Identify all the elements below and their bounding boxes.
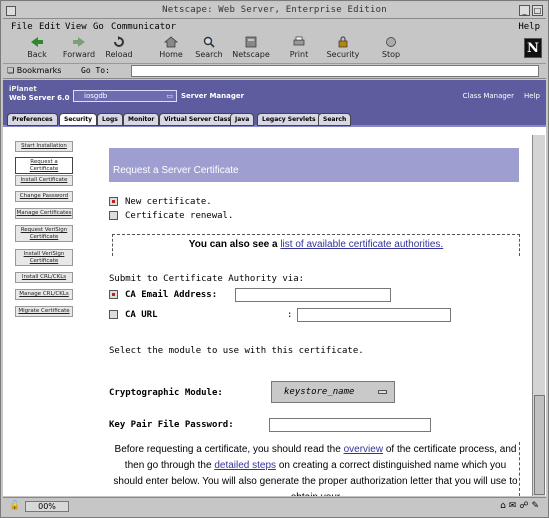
ca-url-input[interactable] [297,308,451,322]
nav-migrate-certificate[interactable]: Migrate Certificate [15,306,73,317]
search-icon [203,36,215,48]
detailed-steps-link[interactable]: detailed steps [214,460,276,471]
progress-indicator: 00% [25,501,69,512]
instructions-paragraph: Before requesting a certificate, you sho… [112,442,520,496]
menu-bar: File Edit View Go Communicator Help [3,20,546,34]
crypto-module-select[interactable]: keystore_name [271,381,395,403]
nav-manage-certificates[interactable]: Manage Certificates [15,208,73,219]
menu-go[interactable]: Go [93,22,104,32]
component-bar[interactable]: ⌂✉☍✎ [500,501,542,511]
ca-notice: You can also see a list of available cer… [188,239,444,250]
tab-java[interactable]: Java [230,113,255,126]
reload-button[interactable]: Reload [97,36,141,59]
back-arrow-icon [31,37,43,47]
location-input[interactable] [131,65,539,77]
submit-via-label: Submit to Certificate Authority via: [109,274,305,284]
lock-icon [338,36,348,48]
tab-monitor[interactable]: Monitor [123,113,160,126]
nav-start-installation[interactable]: Start Installation [15,141,73,152]
new-certificate-label: New certificate. [125,197,212,207]
server-select[interactable]: iosgdb ▭ [73,90,177,102]
print-button[interactable]: Print [277,36,321,59]
forward-arrow-icon [73,37,85,47]
ca-url-label: CA URL [125,310,158,320]
page-content: iPlanet Web Server 6.0 iosgdb ▭ Server Ma… [3,80,546,496]
overview-link[interactable]: overview [344,444,383,455]
security-sidebar: Start Installation Request a Certificate… [3,129,85,496]
ca-url-radio[interactable] [109,310,118,319]
menu-help[interactable]: Help [518,22,540,32]
location-bar: ❏ Bookmarks Go To: [3,64,546,79]
renewal-radio[interactable] [109,211,118,220]
tab-virtual-server-class[interactable]: Virtual Server Class [159,113,236,126]
tab-bar: Preferences Security Logs Monitor Virtua… [3,110,546,127]
nav-request-verisign-certificate[interactable]: Request VeriSign Certificate [15,225,73,242]
form-title-band: Request a Server Certificate [109,148,519,182]
ca-list-link[interactable]: list of available certificate authoritie… [280,239,443,250]
module-prompt: Select the module to use with this certi… [109,346,364,356]
vertical-scrollbar[interactable] [532,135,545,496]
admin-header: iPlanet Web Server 6.0 iosgdb ▭ Server Ma… [3,80,546,110]
stop-icon [386,37,396,47]
chevron-down-icon: ▭ [166,92,173,100]
location-label: Go To: [81,66,110,75]
ca-email-label: CA Email Address: [125,290,218,300]
nav-change-password[interactable]: Change Password [15,191,73,202]
bookmarks-button[interactable]: ❏ Bookmarks [7,66,61,75]
ca-url-colon: : [287,310,293,320]
password-input[interactable] [269,418,431,432]
tab-search[interactable]: Search [318,113,352,126]
tab-preferences[interactable]: Preferences [7,113,58,126]
nav-install-verisign-certificate[interactable]: Install VeriSign Certificate [15,249,73,266]
minimize-button[interactable]: _ [519,5,530,16]
ca-email-input[interactable] [235,288,391,302]
page-title: Request a Server Certificate [113,165,239,176]
bookmark-icon: ❏ [7,66,15,75]
nav-manage-crl[interactable]: Manage CRL/CKLs [15,289,73,300]
status-bar: 🔓 00% ⌂✉☍✎ [3,497,546,515]
search-button[interactable]: Search [187,36,231,59]
renewal-label: Certificate renewal. [125,211,234,221]
product-name: Web Server 6.0 [9,94,70,102]
tab-security[interactable]: Security [59,113,98,126]
navigation-toolbar: Back Forward Reload Home Search Netscape… [3,34,546,64]
product-brand: iPlanet [9,85,37,93]
nav-install-crl[interactable]: Install CRL/CKLs [15,272,73,283]
menu-view[interactable]: View [65,22,87,32]
nav-install-certificate[interactable]: Install Certificate [15,175,73,186]
password-label: Key Pair File Password: [109,420,234,430]
new-certificate-radio[interactable] [109,197,118,206]
option-menu-icon [378,390,387,394]
stop-button[interactable]: Stop [369,36,413,59]
home-icon [164,36,178,48]
netscape-button[interactable]: Netscape [229,36,273,59]
reload-icon [114,36,124,47]
tab-logs[interactable]: Logs [97,113,123,126]
nav-request-certificate[interactable]: Request a Certificate [15,157,73,174]
maximize-button[interactable]: □ [532,5,543,16]
menu-edit[interactable]: Edit [39,22,61,32]
scrollbar-thumb[interactable] [534,395,545,495]
title-bar: Netscape: Web Server, Enterprise Edition… [3,3,546,19]
menu-communicator[interactable]: Communicator [111,22,176,32]
netscape-icon [245,36,257,48]
security-button[interactable]: Security [321,36,365,59]
print-icon [293,36,305,46]
back-button[interactable]: Back [15,36,59,59]
crypto-module-label: Cryptographic Module: [109,388,223,398]
menu-file[interactable]: File [11,22,33,32]
server-manager-label: Server Manager [181,92,245,100]
security-status-icon[interactable]: 🔓 [9,501,20,511]
browser-window: Netscape: Web Server, Enterprise Edition… [0,0,549,518]
forward-button[interactable]: Forward [57,36,101,59]
class-manager-link[interactable]: Class Manager [463,92,514,100]
help-link[interactable]: Help [524,92,540,100]
request-form: Request a Server Certificate New certifi… [109,148,520,496]
ca-notice-box: You can also see a list of available cer… [112,234,520,256]
netscape-logo: N [524,38,542,58]
tab-legacy-servlets[interactable]: Legacy Servlets [257,113,321,126]
window-title: Netscape: Web Server, Enterprise Edition [162,5,387,15]
ca-email-radio[interactable] [109,290,118,299]
